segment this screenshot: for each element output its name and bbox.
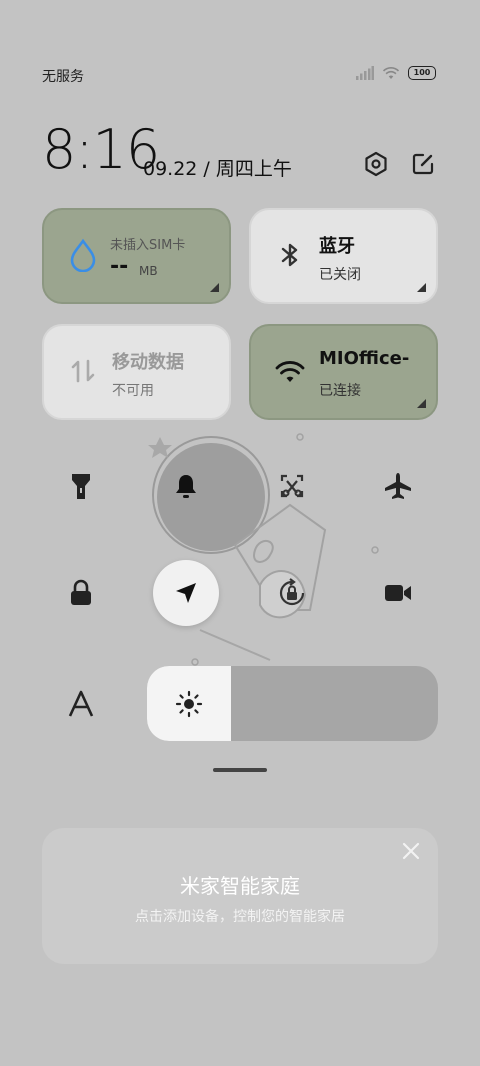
wifi-network-name: MIOffice-: [319, 348, 410, 369]
signal-icon: [356, 66, 374, 80]
bluetooth-icon: [281, 243, 298, 267]
screenshot-toggle[interactable]: [268, 462, 316, 510]
lock-screen-toggle[interactable]: [57, 569, 105, 617]
edit-button[interactable]: [409, 150, 437, 178]
smart-home-card[interactable]: 米家智能家庭 点击添加设备，控制您的智能家居: [42, 828, 438, 964]
status-icons: 100: [356, 66, 436, 80]
drag-handle[interactable]: [213, 768, 267, 772]
water-drop-icon: [70, 238, 96, 272]
font-size-toggle[interactable]: [57, 680, 105, 728]
mobile-data-title: 移动数据: [112, 352, 184, 373]
expand-corner-icon: [417, 283, 426, 292]
bluetooth-tile[interactable]: 蓝牙 已关闭: [249, 208, 438, 304]
location-toggle[interactable]: [153, 560, 219, 626]
sun-icon: [175, 690, 203, 718]
screenshot-icon: [280, 474, 304, 498]
carrier-status: 无服务: [42, 69, 84, 85]
expand-corner-icon: [417, 399, 426, 408]
rotation-lock-toggle[interactable]: [268, 569, 316, 617]
airplane-mode-toggle[interactable]: [374, 462, 422, 510]
wifi-status-icon: [382, 67, 400, 79]
mobile-data-tile[interactable]: 移动数据 不可用: [42, 324, 231, 420]
expand-corner-icon: [210, 283, 219, 292]
lock-icon: [71, 579, 91, 605]
wifi-tile[interactable]: MIOffice- 已连接: [249, 324, 438, 420]
sim-status-label: 未插入SIM卡: [110, 238, 186, 253]
settings-button[interactable]: [362, 150, 390, 178]
date-text: 09.22 / 周四上午: [143, 158, 292, 180]
smart-home-title: 米家智能家庭: [180, 874, 300, 898]
flashlight-toggle[interactable]: [57, 462, 105, 510]
wifi-status: 已连接: [319, 383, 361, 399]
flashlight-icon: [72, 474, 90, 499]
brightness-slider[interactable]: [147, 666, 438, 741]
wifi-icon: [275, 361, 305, 382]
edit-icon: [412, 153, 434, 175]
bluetooth-title: 蓝牙: [319, 236, 355, 257]
bluetooth-status: 已关闭: [319, 267, 361, 283]
data-usage-unit: MB: [139, 264, 158, 278]
smart-home-subtitle: 点击添加设备，控制您的智能家居: [135, 909, 345, 925]
settings-icon: [365, 151, 387, 177]
data-usage-tile[interactable]: 未插入SIM卡 -- MB: [42, 208, 231, 304]
mobile-data-status: 不可用: [112, 383, 154, 399]
clock-time: 8:16: [42, 118, 160, 181]
font-icon: [68, 690, 94, 717]
location-icon: [176, 583, 196, 603]
rotation-lock-icon: [279, 578, 305, 606]
ring-mode-toggle[interactable]: [162, 462, 210, 510]
screen-recorder-toggle[interactable]: [374, 569, 422, 617]
bell-icon: [176, 475, 196, 498]
close-icon[interactable]: [400, 840, 422, 862]
airplane-icon: [385, 473, 411, 499]
video-camera-icon: [385, 585, 411, 601]
data-usage-value: --: [110, 254, 129, 279]
data-transfer-icon: [71, 359, 95, 383]
battery-indicator: 100: [408, 66, 436, 80]
